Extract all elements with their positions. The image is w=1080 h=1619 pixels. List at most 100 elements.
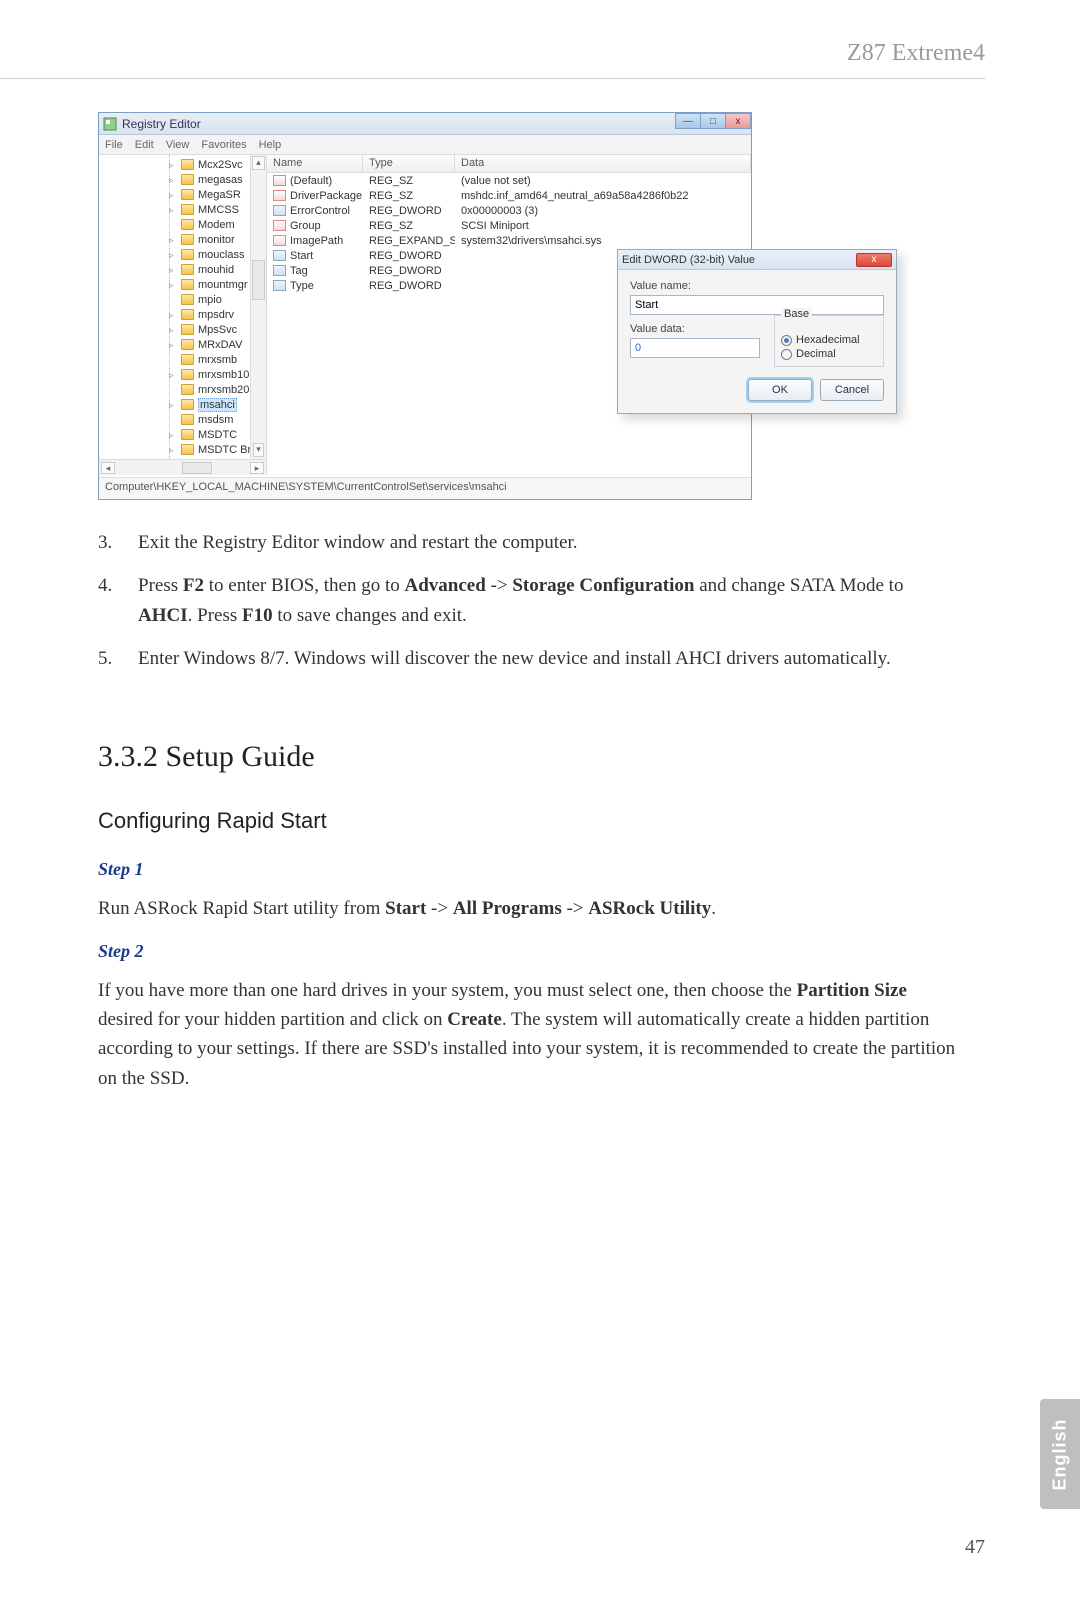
cancel-button[interactable]: Cancel	[820, 379, 884, 401]
value-row[interactable]: ImagePathREG_EXPAND_SZsystem32\drivers\m…	[267, 233, 751, 248]
col-type[interactable]: Type	[363, 155, 455, 172]
value-name: DriverPackageId	[290, 190, 363, 202]
folder-icon	[181, 189, 194, 200]
titlebar[interactable]: Registry Editor — □ x	[99, 113, 751, 135]
tree-node-label: Modem	[198, 219, 235, 231]
value-row[interactable]: (Default)REG_SZ(value not set)	[267, 173, 751, 188]
value-row[interactable]: ErrorControlREG_DWORD0x00000003 (3)	[267, 203, 751, 218]
expand-icon[interactable]: ▹	[169, 370, 178, 379]
scroll-left-icon[interactable]: ◂	[101, 462, 115, 474]
scroll-thumb-h[interactable]	[182, 462, 212, 474]
tree-node[interactable]: ▹ mrxsmb10	[103, 367, 266, 382]
expand-icon[interactable]	[169, 415, 178, 424]
tree-node[interactable]: ▹monitor	[103, 232, 266, 247]
expand-icon[interactable]: ▹	[169, 235, 178, 244]
tree-node[interactable]: ▹MegaSR	[103, 187, 266, 202]
tree-node[interactable]: mrxsmb20	[103, 382, 266, 397]
tree-node[interactable]: mrxsmb	[103, 352, 266, 367]
menu-edit[interactable]: Edit	[135, 139, 154, 151]
tree-node-label: msahci	[198, 398, 237, 412]
value-data-input[interactable]	[630, 338, 760, 358]
tree-node-label: mrxsmb10	[198, 369, 249, 381]
step-number: 5.	[98, 644, 138, 673]
expand-icon[interactable]: ▹	[169, 160, 178, 169]
tree-node[interactable]: ▹ MRxDAV	[103, 337, 266, 352]
expand-icon[interactable]: ▹	[169, 340, 178, 349]
tree-node[interactable]: ▹megasas	[103, 172, 266, 187]
value-name-input[interactable]	[630, 295, 884, 315]
menu-file[interactable]: File	[105, 139, 123, 151]
expand-icon[interactable]: ▹	[169, 430, 178, 439]
tree-horizontal-scrollbar[interactable]: ◂ ▸	[99, 459, 266, 475]
menu-help[interactable]: Help	[259, 139, 282, 151]
step-label: Step 1	[98, 856, 958, 884]
tree-node[interactable]: ▹MpsSvc	[103, 322, 266, 337]
col-name[interactable]: Name	[267, 155, 363, 172]
tree-node[interactable]: ▹MSDTC	[103, 427, 266, 442]
col-data[interactable]: Data	[455, 155, 751, 172]
binary-value-icon	[273, 205, 286, 216]
expand-icon[interactable]: ▹	[169, 280, 178, 289]
expand-icon[interactable]: ▹	[169, 265, 178, 274]
tree-node-label: mountmgr	[198, 279, 248, 291]
expand-icon[interactable]: ▹	[169, 205, 178, 214]
scroll-up-icon[interactable]: ▴	[252, 156, 265, 170]
expand-icon[interactable]: ▹	[169, 190, 178, 199]
tree-node[interactable]: ▹ msahci	[103, 397, 266, 412]
tree-node[interactable]: ▹ mouclass	[103, 247, 266, 262]
minimize-button[interactable]: —	[675, 113, 701, 129]
tree-node[interactable]: mpio	[103, 292, 266, 307]
folder-icon	[181, 414, 194, 425]
expand-icon[interactable]: ▹	[169, 445, 178, 454]
tree-node[interactable]: ▹Mcx2Svc	[103, 157, 266, 172]
tree-node[interactable]: ▹mpsdrv	[103, 307, 266, 322]
expand-icon[interactable]	[169, 385, 178, 394]
language-tab: English	[1040, 1399, 1080, 1509]
tree-node[interactable]: msdsm	[103, 412, 266, 427]
expand-icon[interactable]: ▹	[169, 250, 178, 259]
tree-node[interactable]: ▹ MMCSS	[103, 202, 266, 217]
document-body: 3. Exit the Registry Editor window and r…	[98, 528, 958, 1093]
tree-vertical-scrollbar[interactable]: ▴ ▾	[250, 155, 266, 459]
list-header: Name Type Data	[267, 155, 751, 173]
radio-on-icon	[781, 335, 792, 346]
expand-icon[interactable]	[169, 355, 178, 364]
scroll-down-icon[interactable]: ▾	[253, 443, 264, 457]
expand-icon[interactable]: ▹	[169, 325, 178, 334]
maximize-button[interactable]: □	[700, 113, 726, 129]
string-value-icon	[273, 235, 286, 246]
tree-node-label: mpio	[198, 294, 222, 306]
value-row[interactable]: DriverPackageIdREG_SZmshdc.inf_amd64_neu…	[267, 188, 751, 203]
tree-pane[interactable]: ▹Mcx2Svc▹megasas▹MegaSR▹MMCSSModem▹monit…	[99, 155, 267, 475]
expand-icon[interactable]: ▹	[169, 175, 178, 184]
expand-icon[interactable]	[169, 220, 178, 229]
tree-node[interactable]: Modem	[103, 217, 266, 232]
tree-node[interactable]: ▹MSDTC Bri	[103, 442, 266, 457]
values-list-pane[interactable]: Name Type Data (Default)REG_SZ(value not…	[267, 155, 751, 475]
tree-node[interactable]: ▹mouhid	[103, 262, 266, 277]
scroll-thumb[interactable]	[252, 260, 265, 300]
step-number: 4.	[98, 571, 138, 630]
folder-icon	[181, 219, 194, 230]
radio-decimal[interactable]: Decimal	[781, 348, 877, 360]
scroll-right-icon[interactable]: ▸	[250, 462, 264, 474]
tree-node-label: mrxsmb	[198, 354, 237, 366]
expand-icon[interactable]	[169, 295, 178, 304]
ok-button[interactable]: OK	[748, 379, 812, 401]
value-data: mshdc.inf_amd64_neutral_a69a58a4286f0b22	[455, 190, 751, 202]
header-rule	[0, 78, 985, 79]
tree-node[interactable]: ▹ mountmgr	[103, 277, 266, 292]
tree-node-label: MRxDAV	[198, 339, 242, 351]
tree-node-label: MMCSS	[198, 204, 239, 216]
dialog-close-button[interactable]: x	[856, 253, 892, 267]
close-button[interactable]: x	[725, 113, 751, 129]
expand-icon[interactable]: ▹	[169, 400, 178, 409]
tree-node-label: mouclass	[198, 249, 244, 261]
value-row[interactable]: GroupREG_SZSCSI Miniport	[267, 218, 751, 233]
step-number: 3.	[98, 528, 138, 557]
radio-off-icon	[781, 349, 792, 360]
radio-hexadecimal[interactable]: Hexadecimal	[781, 334, 877, 346]
menu-favorites[interactable]: Favorites	[201, 139, 246, 151]
expand-icon[interactable]: ▹	[169, 310, 178, 319]
menu-view[interactable]: View	[166, 139, 190, 151]
